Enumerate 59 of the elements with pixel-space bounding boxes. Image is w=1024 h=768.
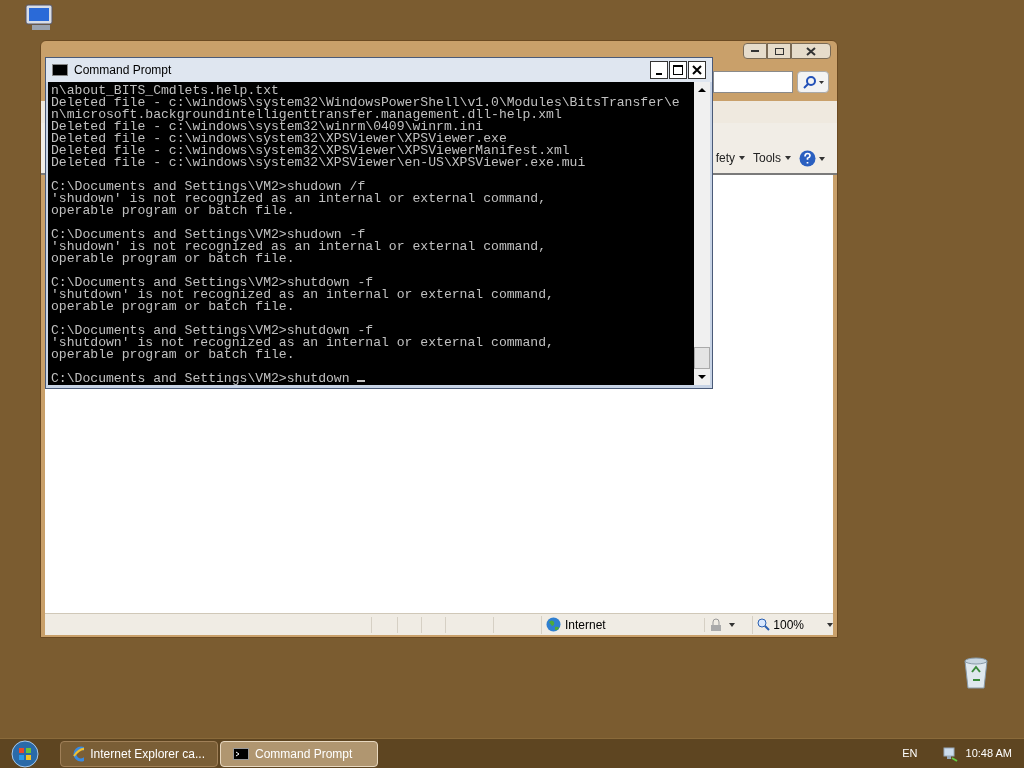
toolbar-menu-button[interactable]: Tools: [753, 149, 791, 167]
zone-label: Internet: [564, 616, 606, 634]
console-line: 'shudown' is not recognized as an internal or external command,: [51, 241, 548, 253]
console-line: 'shutdown' is not recognized as an internal or external command,: [51, 337, 555, 349]
help-icon: [799, 150, 816, 167]
zoom-icon: [757, 618, 771, 631]
network-icon[interactable]: [941, 745, 958, 762]
window-title: Command Prompt: [74, 62, 173, 79]
console-line: C:\Documents and Settings\VM2>shutdown -f: [51, 277, 374, 289]
console-icon: [233, 747, 249, 760]
console-line: 'shudown' is not recognized as an internal or external command,: [51, 193, 548, 205]
close-icon: [806, 46, 816, 56]
toolbar-menu-button[interactable]: fety: [715, 149, 745, 167]
minimize-button[interactable]: [743, 43, 767, 59]
minimize-button[interactable]: [650, 61, 668, 79]
search-icon: [802, 75, 816, 89]
close-button[interactable]: [688, 61, 706, 79]
console-line: Deleted file - c:\windows\system32\XPSViewer\XPSViewerManifest.xml: [51, 145, 570, 157]
text-cursor: [357, 380, 366, 382]
taskbar-button[interactable]: Internet Explorer ca...: [60, 740, 218, 767]
search-button[interactable]: [797, 71, 829, 93]
console-line: Deleted file - c:\windows\system32\winrm\0409\winrm.ini: [51, 121, 484, 133]
zoom-level[interactable]: 100%: [773, 615, 804, 634]
restore-button[interactable]: [767, 43, 791, 59]
caret-icon[interactable]: [827, 622, 833, 627]
scrollbar[interactable]: [694, 82, 710, 385]
console-line: Deleted file - c:\windows\system32\XPSViewer\en-US\XPSViewer.exe.mui: [51, 157, 587, 169]
clock[interactable]: 10:48 AM: [965, 745, 1012, 762]
recycle-bin-icon[interactable]: [962, 656, 990, 690]
computer-icon[interactable]: [24, 4, 56, 32]
console-line: n\about_BITS_Cmdlets.help.txt: [51, 85, 279, 97]
console-line: C:\Documents and Settings\VM2>shudown /f: [51, 181, 366, 193]
caret-icon: [818, 80, 824, 84]
console-line: Deleted file - c:\windows\system32\WindowsPowerShell\v1.0\Modules\BitsTransfer\e: [51, 97, 681, 109]
close-icon: [692, 65, 702, 75]
scroll-thumb[interactable]: [694, 347, 710, 369]
globe-icon: [545, 617, 561, 632]
maximize-button[interactable]: [669, 61, 687, 79]
caret-icon: [785, 156, 791, 160]
language-indicator[interactable]: EN: [902, 745, 918, 762]
start-button[interactable]: [10, 738, 40, 768]
console-line: 'shutdown' is not recognized as an internal or external command,: [51, 289, 555, 301]
console-line: operable program or batch file.: [51, 253, 296, 265]
caret-icon: [739, 156, 745, 160]
caret-icon: [819, 156, 825, 161]
console-line: C:\Documents and Settings\VM2>shutdown: [51, 373, 694, 385]
console-icon: [52, 64, 68, 76]
caret-icon[interactable]: [729, 622, 736, 627]
console-line: operable program or batch file.: [51, 301, 296, 313]
help-button[interactable]: [799, 150, 825, 167]
console-line: C:\Documents and Settings\VM2>shutdown -f: [51, 325, 374, 337]
console-line: operable program or batch file.: [51, 205, 296, 217]
search-field[interactable]: [713, 71, 793, 93]
browser-icon: [73, 745, 85, 762]
console-line: n\microsoft.backgroundintelligenttransfer.management.dll-help.xml: [51, 109, 562, 121]
close-button[interactable]: [791, 43, 831, 59]
console-line: operable program or batch file.: [51, 349, 296, 361]
console-line: Deleted file - c:\windows\system32\XPSViewer\XPSViewer.exe: [51, 133, 507, 145]
console-line: C:\Documents and Settings\VM2>shudown -f: [51, 229, 366, 241]
